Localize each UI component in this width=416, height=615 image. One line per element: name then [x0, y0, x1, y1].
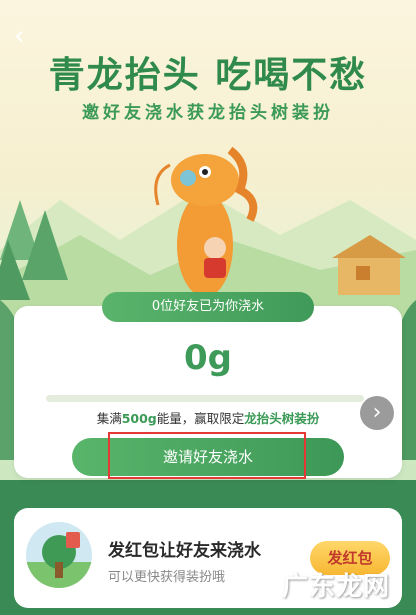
red-packet-title: 发红包让好友来浇水 [108, 541, 261, 561]
friends-watered-badge: 0位好友已为你浇水 [102, 292, 314, 322]
reward-description: 集满500g能量，赢取限定龙抬头树装扮 [0, 408, 416, 427]
progress-bar [46, 395, 364, 402]
chevron-right-icon: › [372, 400, 382, 425]
desc-middle: 能量，赢取限定 [156, 411, 245, 426]
page-title: 青龙抬头 吃喝不愁 [48, 55, 368, 96]
tree-icon [26, 532, 92, 588]
desc-reward: 龙抬头树装扮 [244, 411, 320, 426]
next-button[interactable]: › [360, 396, 394, 430]
desc-amount: 500g [121, 411, 157, 426]
tree-avatar [26, 522, 92, 588]
highlight-box [108, 432, 306, 479]
red-packet-subtitle: 可以更快获得装扮哦 [108, 570, 226, 585]
page-subtitle: 邀好友浇水获龙抬头树装扮 [82, 103, 334, 123]
water-amount: 0g [184, 338, 232, 378]
watermark: 广东龙网 [282, 572, 391, 602]
desc-prefix: 集满 [96, 411, 122, 426]
event-page: ‹ 青龙抬头 吃喝不愁 邀好友浇水获龙抬头树装扮 0位好友已为你浇水 0g 集满… [0, 0, 416, 615]
